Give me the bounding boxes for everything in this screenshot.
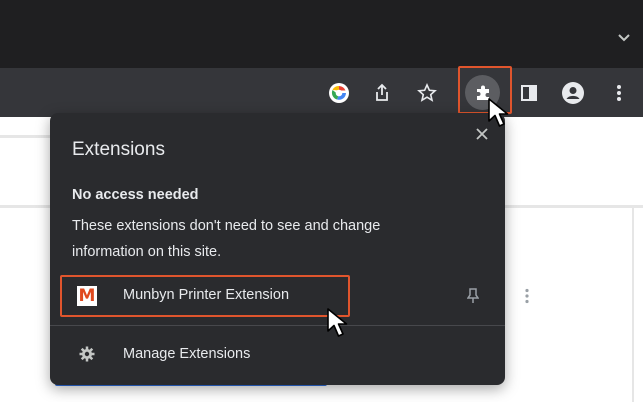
more-vert-icon — [525, 288, 529, 304]
divider — [50, 325, 505, 326]
chevron-down-icon[interactable] — [617, 30, 631, 44]
extensions-popup: Extensions No access needed These extens… — [50, 113, 529, 385]
pin-icon — [467, 288, 479, 303]
section-description-line: information on this site. — [72, 244, 222, 260]
popup-title: Extensions — [72, 139, 165, 160]
close-icon — [476, 128, 488, 140]
side-panel-icon[interactable] — [516, 80, 542, 106]
gear-icon — [78, 345, 96, 363]
manage-extensions-label: Manage Extensions — [123, 346, 251, 362]
section-description: These extensions don't need to see and c… — [72, 213, 472, 265]
section-heading: No access needed — [72, 187, 199, 203]
share-icon[interactable] — [369, 80, 395, 106]
mouse-cursor-icon — [488, 98, 509, 127]
extension-item-highlight — [60, 275, 350, 317]
google-icon[interactable] — [326, 80, 352, 106]
page-content-border — [632, 205, 634, 402]
tab-strip — [0, 0, 643, 68]
more-vert-icon[interactable] — [606, 80, 632, 106]
section-description-line: These extensions don't need to see and c… — [72, 218, 381, 234]
manage-extensions-button[interactable]: Manage Extensions — [62, 337, 492, 373]
pin-button[interactable] — [463, 286, 483, 306]
bookmark-star-icon[interactable] — [414, 80, 440, 106]
profile-icon[interactable] — [560, 80, 586, 106]
extension-more-button[interactable] — [517, 286, 537, 306]
mouse-cursor-icon — [327, 308, 348, 337]
browser-toolbar — [0, 68, 643, 117]
